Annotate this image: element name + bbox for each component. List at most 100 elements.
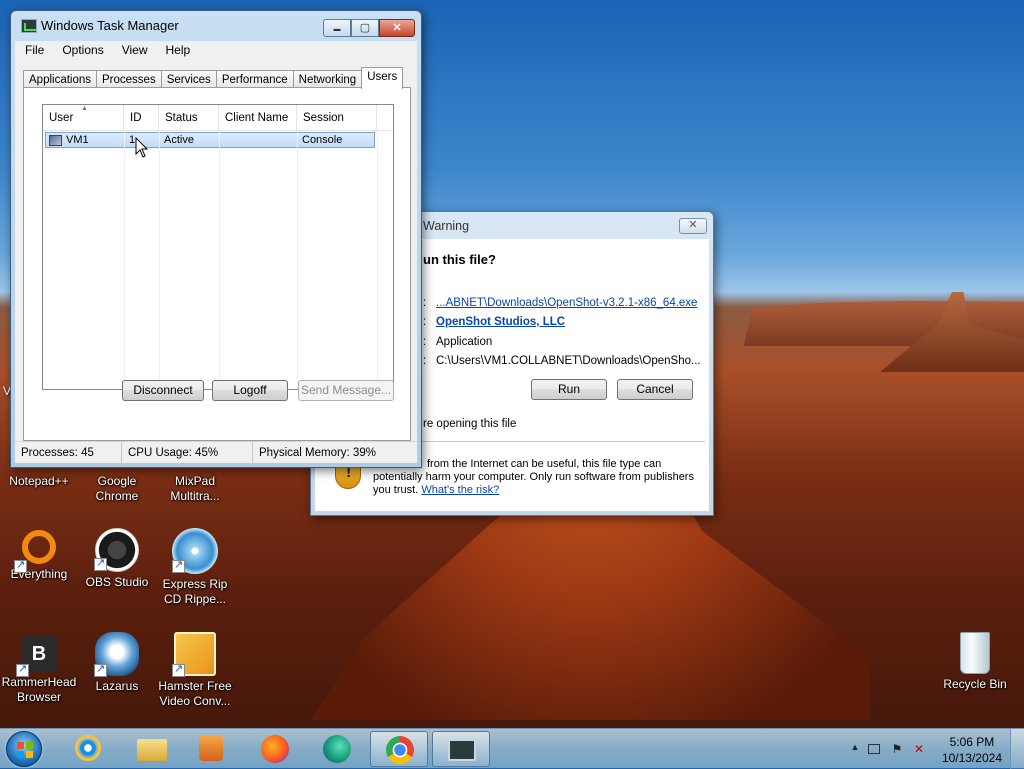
- warning-line-3-text: you trust.: [373, 484, 419, 496]
- table-row[interactable]: VM1 1 Active Console: [45, 132, 375, 148]
- desktop-icon-mixpad[interactable]: MixPad Multitra...: [156, 474, 234, 504]
- cell-user: VM1: [46, 133, 125, 147]
- column-guide: [124, 131, 125, 389]
- colon: :: [423, 297, 427, 309]
- colon: :: [423, 316, 427, 328]
- mouse-cursor-icon: [135, 137, 149, 158]
- logoff-button[interactable]: Logoff: [212, 380, 288, 401]
- always-ask-label[interactable]: re opening this file: [423, 418, 516, 430]
- disconnect-button[interactable]: Disconnect: [122, 380, 204, 401]
- whats-the-risk-link[interactable]: What's the risk?: [421, 484, 499, 496]
- desktop-icon-rammerhead[interactable]: B RammerHead Browser: [0, 636, 78, 705]
- desktop-icon-notepadpp[interactable]: Notepad++: [0, 474, 78, 489]
- users-list[interactable]: User ▲ ID Status Client Name Session VM1: [42, 104, 394, 390]
- title-bar[interactable]: Windows Task Manager ▬ ▢ ✕: [11, 11, 421, 41]
- column-guide: [297, 131, 298, 389]
- desktop-icon-express-rip[interactable]: Express Rip CD Rippe...: [156, 528, 234, 607]
- taskbar-media-player[interactable]: [184, 731, 242, 767]
- dialog-close-button[interactable]: ✕: [679, 218, 707, 234]
- show-desktop-button[interactable]: [1010, 729, 1024, 769]
- desktop-icon-label: Notepad++: [9, 474, 69, 488]
- warning-line-2: potentially harm your computer. Only run…: [373, 471, 694, 483]
- desktop-icon-obs-studio[interactable]: OBS Studio: [78, 528, 156, 590]
- status-bar: Processes: 45 CPU Usage: 45% Physical Me…: [15, 441, 417, 463]
- tab-strip: Applications Processes Services Performa…: [23, 67, 404, 89]
- column-guide: [377, 131, 378, 389]
- volume-muted-icon[interactable]: ✕: [912, 742, 926, 756]
- desktop-icon-label: Lazarus: [95, 679, 139, 693]
- send-message-button[interactable]: Send Message...: [298, 380, 394, 401]
- run-button[interactable]: Run: [531, 379, 607, 400]
- column-guide: [159, 131, 160, 389]
- taskbar-chrome[interactable]: [370, 731, 428, 767]
- taskbar-internet-explorer[interactable]: [60, 731, 118, 767]
- sort-ascending-icon: ▲: [81, 105, 88, 112]
- cell-session: Console: [302, 134, 343, 146]
- desktop-icon-everything[interactable]: Everything: [0, 530, 78, 582]
- start-button[interactable]: [6, 731, 42, 767]
- file-type-value: Application: [436, 336, 493, 348]
- show-hidden-icons-button[interactable]: ▲: [848, 742, 862, 756]
- user-session-icon: [49, 135, 62, 146]
- desktop-icon-recycle-bin[interactable]: Recycle Bin: [936, 632, 1014, 692]
- shortcut-arrow-icon: [94, 662, 107, 677]
- tab-users[interactable]: Users: [361, 67, 404, 89]
- colon: :: [423, 355, 427, 367]
- taskbar-file-explorer[interactable]: [122, 731, 180, 767]
- window-title: Windows Task Manager: [41, 18, 179, 33]
- desktop-icon-label: Google Chrome: [95, 474, 139, 503]
- task-manager-body: Applications Processes Services Performa…: [15, 61, 417, 463]
- minimize-button[interactable]: ▬: [323, 19, 351, 37]
- file-name-link[interactable]: ...ABNET\Downloads\OpenShot-v3.2.1-x86_6…: [436, 297, 697, 309]
- windows-logo-icon: [17, 742, 24, 749]
- from-row: : C:\Users\VM1.COLLABNET\Downloads\OpenSh…: [423, 355, 701, 367]
- desktop-icon-label: Express Rip CD Rippe...: [162, 577, 228, 606]
- desktop-icon-lazarus[interactable]: Lazarus: [78, 632, 156, 694]
- menu-view[interactable]: View: [112, 41, 156, 61]
- action-center-flag-icon[interactable]: ⚑: [890, 742, 904, 756]
- colon: :: [423, 336, 427, 348]
- cancel-button[interactable]: Cancel: [617, 379, 693, 400]
- status-processes: Processes: 45: [15, 442, 122, 463]
- desktop-icon-hamster[interactable]: Hamster Free Video Conv...: [156, 632, 234, 709]
- close-icon: ✕: [688, 219, 698, 231]
- menu-file[interactable]: File: [15, 41, 52, 61]
- column-header-client-name[interactable]: Client Name: [219, 105, 297, 130]
- shortcut-arrow-icon: [172, 662, 185, 677]
- taskbar-task-manager[interactable]: [432, 731, 490, 767]
- close-button[interactable]: ✕: [379, 19, 415, 37]
- shortcut-arrow-icon: [94, 556, 107, 571]
- status-cpu-usage: CPU Usage: 45%: [122, 442, 253, 463]
- windows-logo-icon: [17, 751, 24, 758]
- windows-logo-icon: [26, 751, 33, 758]
- column-header-id[interactable]: ID: [124, 105, 159, 130]
- publisher-row: : OpenShot Studios, LLC: [423, 316, 565, 328]
- folder-icon: [137, 739, 167, 761]
- cell-user-text: VM1: [66, 134, 89, 146]
- taskbar-firefox[interactable]: [246, 731, 304, 767]
- desktop-icon-label: OBS Studio: [85, 575, 149, 589]
- warning-line-1: from the Internet can be useful, this fi…: [427, 458, 662, 470]
- menu-help[interactable]: Help: [156, 41, 199, 61]
- column-header-status[interactable]: Status: [159, 105, 219, 130]
- column-header-user[interactable]: User ▲: [43, 105, 124, 130]
- chrome-icon: [386, 736, 414, 764]
- network-icon[interactable]: [868, 744, 880, 754]
- taskbar: ▲ ⚑ ✕ 5:06 PM 10/13/2024: [0, 728, 1024, 769]
- publisher-link[interactable]: OpenShot Studios, LLC: [436, 316, 565, 328]
- clock[interactable]: 5:06 PM 10/13/2024: [942, 734, 1002, 766]
- users-tab-panel: User ▲ ID Status Client Name Session VM1: [23, 87, 411, 441]
- recycle-bin-icon: [960, 632, 990, 674]
- column-header-session[interactable]: Session: [297, 105, 377, 130]
- menu-options[interactable]: Options: [52, 41, 111, 61]
- shortcut-arrow-icon: [172, 558, 185, 573]
- maximize-button[interactable]: ▢: [351, 19, 379, 37]
- everything-icon: [22, 530, 56, 564]
- taskbar-edge[interactable]: [308, 731, 366, 767]
- task-manager-window: Windows Task Manager ▬ ▢ ✕ File Options …: [10, 10, 422, 468]
- maximize-icon: ▢: [359, 22, 371, 34]
- desktop-icon-google-chrome[interactable]: Google Chrome: [78, 474, 156, 504]
- file-from-value: C:\Users\VM1.COLLABNET\Downloads\OpenSho…: [436, 355, 701, 367]
- task-manager-app-icon: [21, 19, 37, 33]
- chevron-up-icon: ▲: [850, 742, 860, 752]
